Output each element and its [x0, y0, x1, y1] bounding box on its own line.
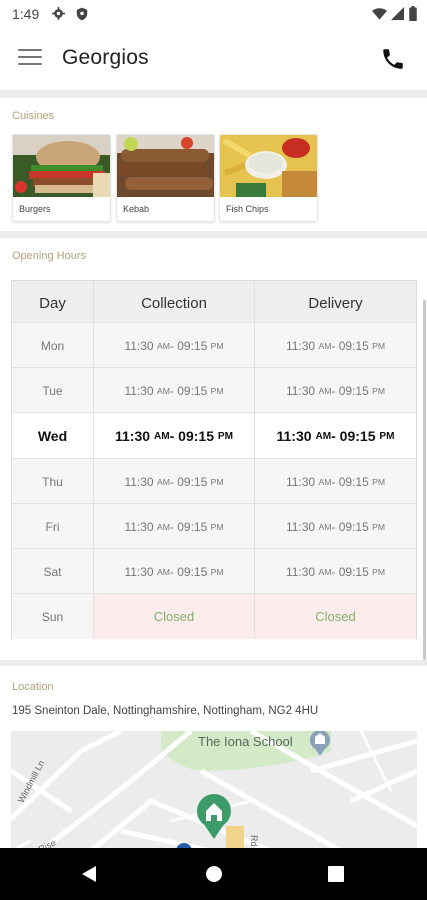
cuisine-card-kebab[interactable]: Kebab	[116, 134, 215, 222]
location-label: Location	[12, 681, 54, 693]
cuisine-card-burgers[interactable]: Burgers	[12, 134, 111, 222]
cuisine-label: Fish Chips	[226, 204, 269, 214]
collection-time: 11:30 AM - 09:15 PM	[94, 504, 255, 549]
page-title: Georgios	[62, 46, 149, 69]
cuisine-label: Kebab	[123, 204, 150, 214]
day-cell: Mon	[12, 323, 94, 368]
map-label-school: The Iona School	[198, 734, 293, 749]
home-icon[interactable]	[205, 865, 223, 883]
table-row-closed: Sun Closed Closed	[12, 593, 416, 639]
day-cell: Thu	[12, 459, 94, 504]
address-text: 195 Sneinton Dale, Nottinghamshire, Nott…	[12, 705, 319, 717]
table-row: Fri 11:30 AM - 09:15 PM 11:30 AM - 09:15…	[12, 503, 416, 549]
scrollbar[interactable]	[423, 300, 426, 660]
system-nav-bar	[0, 848, 427, 900]
day-cell: Fri	[12, 504, 94, 549]
delivery-time: 11:30 AM - 09:15 PM	[285, 383, 386, 398]
status-time: 1:49	[12, 6, 40, 22]
menu-button[interactable]	[18, 49, 42, 69]
divider	[0, 660, 427, 666]
recents-icon[interactable]	[328, 866, 344, 882]
divider	[0, 90, 427, 98]
day-cell: Tue	[12, 368, 94, 413]
header-day: Day	[12, 281, 94, 326]
collection-time: 11:30 AM - 09:15 PM	[94, 549, 255, 594]
status-bar: 1:49	[0, 0, 427, 28]
table-row: Thu 11:30 AM - 09:15 PM 11:30 AM - 09:15…	[12, 458, 416, 504]
table-row: Sat 11:30 AM - 09:15 PM 11:30 AM - 09:15…	[12, 548, 416, 594]
header-delivery: Delivery	[308, 295, 363, 312]
back-icon[interactable]	[80, 865, 98, 883]
app-bar: Georgios	[0, 28, 427, 90]
header-collection: Collection	[94, 281, 255, 326]
wifi-icon	[372, 8, 387, 20]
table-header-row: Day Collection Delivery	[12, 281, 416, 326]
day-cell: Wed	[12, 413, 94, 459]
collection-closed: Closed	[94, 594, 255, 639]
delivery-time: 11:30 AM - 09:15 PM	[285, 338, 386, 353]
settings-icon	[52, 7, 65, 20]
shield-icon	[76, 7, 88, 21]
collection-time: 11:30 AM - 09:15 PM	[94, 323, 255, 368]
day-cell: Sun	[12, 594, 94, 639]
burger-image	[13, 135, 110, 197]
delivery-time: 11:30 AM - 09:15 PM	[276, 428, 395, 444]
kebab-image	[117, 135, 214, 197]
collection-time: 11:30 AM - 09:15 PM	[94, 459, 255, 504]
cuisine-label: Burgers	[19, 204, 51, 214]
divider	[0, 231, 427, 238]
table-row: Tue 11:30 AM - 09:15 PM 11:30 AM - 09:15…	[12, 367, 416, 413]
fish-chips-image	[220, 135, 317, 197]
delivery-time: 11:30 AM - 09:15 PM	[285, 474, 386, 489]
delivery-closed: Closed	[255, 594, 416, 639]
collection-time: 11:30 AM - 09:15 PM	[94, 368, 255, 413]
signal-icon	[391, 7, 404, 20]
cuisine-card-fish-chips[interactable]: Fish Chips	[219, 134, 318, 222]
table-row: Mon 11:30 AM - 09:15 PM 11:30 AM - 09:15…	[12, 322, 416, 368]
map-graphic: The Iona School Windmill Ln Rise Rd	[11, 731, 417, 851]
opening-hours-label: Opening Hours	[12, 250, 86, 262]
hamburger-icon	[18, 49, 42, 51]
phone-icon[interactable]	[380, 46, 406, 72]
delivery-time: 11:30 AM - 09:15 PM	[285, 519, 386, 534]
location-map[interactable]: The Iona School Windmill Ln Rise Rd	[11, 731, 417, 851]
day-cell: Sat	[12, 549, 94, 594]
cuisines-label: Cuisines	[12, 110, 55, 122]
battery-icon	[409, 6, 417, 21]
map-label-street: Rd	[249, 835, 259, 847]
opening-hours-table: Day Collection Delivery Mon 11:30 AM - 0…	[11, 280, 417, 639]
table-row-today: Wed 11:30 AM - 09:15 PM 11:30 AM - 09:15…	[12, 412, 416, 459]
collection-time: 11:30 AM - 09:15 PM	[94, 413, 255, 459]
delivery-time: 11:30 AM - 09:15 PM	[285, 564, 386, 579]
